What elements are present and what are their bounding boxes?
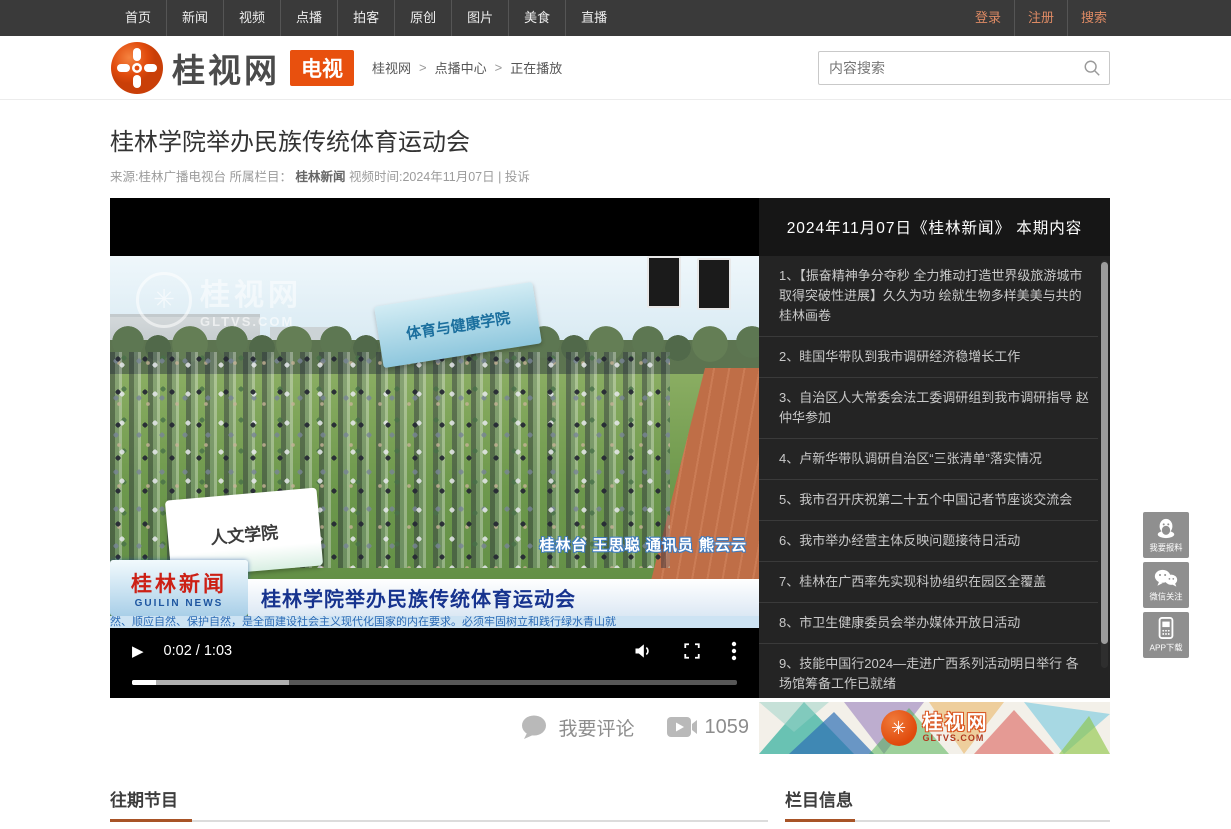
comment-bar: 我要评论 1059: [110, 698, 759, 756]
register-link[interactable]: 注册: [1014, 0, 1067, 36]
ad-logo-title: 桂视网: [923, 712, 989, 734]
search-link[interactable]: 搜索: [1067, 0, 1120, 36]
news-lower-third: 桂林新闻 GUILIN NEWS 桂林学院举办民族传统体育运动会: [110, 560, 759, 616]
nav-item-live[interactable]: 直播: [565, 0, 622, 36]
more-options-icon[interactable]: [731, 641, 737, 661]
video-controls: ▶ 0:02 / 1:03: [110, 628, 759, 698]
nav-item-original[interactable]: 原创: [394, 0, 451, 36]
ad-logo: ✳ 桂视网 GLTVS.COM: [759, 702, 1110, 754]
section-underline: [785, 820, 1110, 822]
scrollbar-thumb[interactable]: [1101, 262, 1108, 644]
department-sign: [647, 256, 681, 308]
article-meta: 来源:桂林广播电视台 所属栏目： 桂林新闻 视频时间:2024年11月07日 |…: [110, 166, 1110, 185]
search-icon[interactable]: [1075, 52, 1109, 84]
view-count: 1059: [667, 716, 750, 739]
volume-icon[interactable]: [633, 641, 653, 661]
department-sign: [697, 258, 731, 310]
view-count-number: 1059: [705, 716, 750, 739]
watermark-title: 桂视网: [200, 270, 302, 314]
site-header: 桂视网 电视 桂视网 > 点播中心 > 正在播放: [0, 36, 1231, 100]
episode-playlist-panel: 2024年11月07日《桂林新闻》 本期内容 1、【振奋精神争分夺秒 全力推动打…: [759, 198, 1110, 698]
time-display: 0:02 / 1:03: [164, 643, 233, 659]
wechat-icon: [1154, 568, 1178, 588]
playlist-item[interactable]: 1、【振奋精神争分夺秒 全力推动打造世界级旅游城市取得突破性进展】久久为功 绘就…: [759, 256, 1098, 337]
past-programs-heading: 往期节目: [110, 786, 768, 820]
qq-icon: [1155, 517, 1177, 539]
logo-text: 桂视网: [172, 44, 280, 92]
playlist-item[interactable]: 2、眭国华带队到我市调研经济稳增长工作: [759, 337, 1098, 378]
section-underline: [110, 820, 768, 822]
playlist-item[interactable]: 6、我市举办经营主体反映问题接待日活动: [759, 521, 1098, 562]
video-player[interactable]: 体育与健康学院 人文学院 ✳ 桂视网 GLTVS.COM 桂林台 王思聪 通讯员…: [110, 198, 759, 698]
floating-action-bar: 我要报料 微信关注 APP下载: [1143, 512, 1189, 662]
nav-item-food[interactable]: 美食: [508, 0, 565, 36]
gltvs-logo-icon: [110, 41, 164, 95]
news-logo-title: 桂林新闻: [131, 568, 227, 598]
wechat-follow-label: 微信关注: [1149, 590, 1182, 602]
content-search-box: [818, 51, 1110, 85]
playlist-item[interactable]: 3、自治区人大常委会法工委调研组到我市调研指导 赵仲华参加: [759, 378, 1098, 439]
top-nav-bar: 首页 新闻 视频 点播 拍客 原创 图片 美食 直播 登录 注册 搜索: [0, 0, 1231, 36]
meta-divider: |: [498, 170, 501, 184]
nav-item-video[interactable]: 视频: [223, 0, 280, 36]
progress-bar[interactable]: [132, 680, 737, 685]
login-link[interactable]: 登录: [962, 0, 1014, 36]
column-info-heading: 栏目信息: [785, 786, 1110, 820]
news-logo-sub: GUILIN NEWS: [135, 598, 224, 609]
played-segment: [132, 680, 156, 685]
report-clue-button[interactable]: 我要报料: [1143, 512, 1189, 558]
video-count-icon: [667, 716, 697, 738]
report-clue-label: 我要报料: [1149, 541, 1182, 553]
reporter-credit: 桂林台 王思聪 通讯员 熊云云: [539, 534, 747, 555]
news-banner-title: 桂林学院举办民族传统体育运动会: [248, 579, 759, 616]
breadcrumb-now-playing: 正在播放: [510, 58, 562, 77]
nav-item-news[interactable]: 新闻: [166, 0, 223, 36]
guilin-news-logo: 桂林新闻 GUILIN NEWS: [110, 560, 248, 616]
breadcrumb-separator: >: [495, 60, 503, 75]
breadcrumb-separator: >: [419, 60, 427, 75]
playlist-items: 1、【振奋精神争分夺秒 全力推动打造世界级旅游城市取得突破性进展】久久为功 绘就…: [759, 256, 1110, 698]
playlist-item[interactable]: 4、卢新华带队调研自治区“三张清单”落实情况: [759, 439, 1098, 480]
watermark-sub: GLTVS.COM: [200, 314, 302, 329]
nav-item-paike[interactable]: 拍客: [337, 0, 394, 36]
search-input[interactable]: [819, 60, 1075, 76]
breadcrumb-home[interactable]: 桂视网: [372, 58, 411, 77]
nav-item-pictures[interactable]: 图片: [451, 0, 508, 36]
playlist-item[interactable]: 7、桂林在广西率先实现科协组织在园区全覆盖: [759, 562, 1098, 603]
playlist-item[interactable]: 5、我市召开庆祝第二十五个中国记者节座谈交流会: [759, 480, 1098, 521]
app-download-button[interactable]: APP下载: [1143, 612, 1189, 658]
tv-channel-badge: 电视: [290, 50, 354, 86]
app-download-label: APP下载: [1149, 641, 1182, 653]
comment-label: 我要评论: [558, 714, 634, 741]
video-time-label: 视频时间:2024年11月07日: [349, 170, 495, 184]
source-label: 来源:桂林广播电视台: [110, 170, 226, 184]
wechat-follow-button[interactable]: 微信关注: [1143, 562, 1189, 608]
site-logo[interactable]: 桂视网 电视: [110, 41, 354, 95]
report-link[interactable]: 投诉: [505, 170, 530, 184]
playlist-scrollbar: [1101, 260, 1108, 668]
column-link[interactable]: 桂林新闻: [295, 170, 345, 184]
playlist-item[interactable]: 9、技能中国行2024—走进广西系列活动明日举行 各场馆筹备工作已就绪: [759, 644, 1098, 698]
playlist-header: 2024年11月07日《桂林新闻》 本期内容: [759, 198, 1110, 256]
ad-logo-icon: ✳: [881, 710, 917, 746]
speech-bubble-icon: [520, 714, 548, 740]
breadcrumb: 桂视网 > 点播中心 > 正在播放: [372, 58, 562, 77]
breadcrumb-vod-center[interactable]: 点播中心: [435, 58, 487, 77]
nav-item-vod[interactable]: 点播: [280, 0, 337, 36]
page-title: 桂林学院举办民族传统体育运动会: [110, 122, 1110, 157]
watermark-logo-icon: ✳: [136, 272, 192, 328]
play-button[interactable]: ▶: [132, 642, 144, 660]
gltvs-watermark: ✳ 桂视网 GLTVS.COM: [136, 270, 302, 329]
playlist-item[interactable]: 8、市卫生健康委员会举办媒体开放日活动: [759, 603, 1098, 644]
nav-item-home[interactable]: 首页: [110, 0, 166, 36]
comment-button[interactable]: 我要评论: [520, 714, 634, 741]
phone-icon: [1157, 617, 1175, 639]
gltvs-ad-banner[interactable]: ✳ 桂视网 GLTVS.COM: [759, 702, 1110, 754]
fullscreen-icon[interactable]: [683, 642, 701, 660]
ad-logo-sub: GLTVS.COM: [923, 734, 989, 744]
column-label: 所属栏目：: [229, 170, 292, 184]
